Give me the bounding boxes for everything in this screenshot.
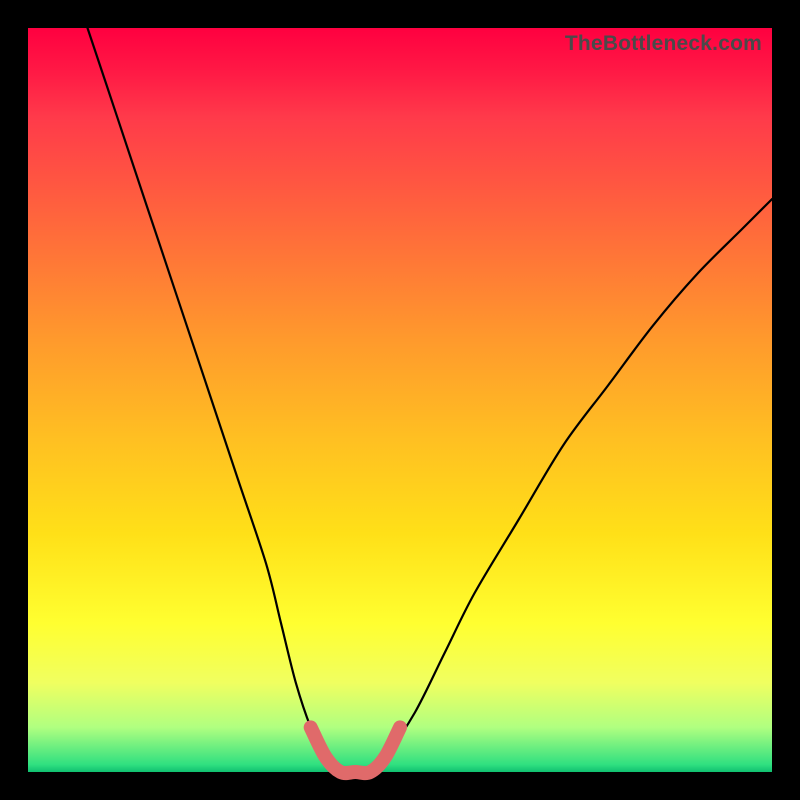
bottleneck-curve-path <box>88 28 773 773</box>
chart-frame: TheBottleneck.com <box>0 0 800 800</box>
plot-area: TheBottleneck.com <box>28 28 772 772</box>
bottleneck-curve-svg <box>28 28 772 772</box>
minimum-highlight-path <box>311 727 400 773</box>
